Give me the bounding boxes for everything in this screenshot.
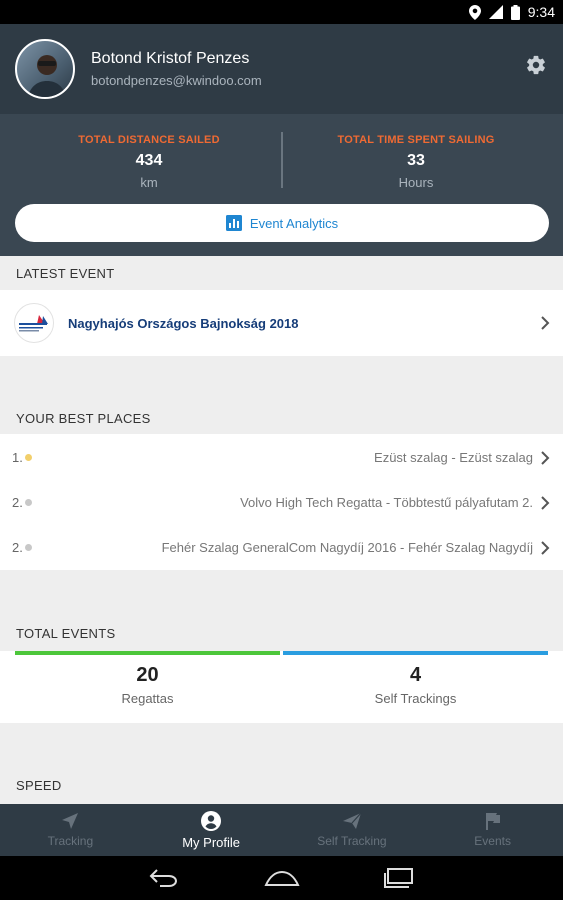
place-rank: 1. xyxy=(12,450,23,465)
distance-label: TOTAL DISTANCE SAILED xyxy=(78,134,220,146)
profile-info: Botond Kristof Penzes botondpenzes@kwind… xyxy=(91,50,262,88)
paper-plane-icon xyxy=(342,812,362,829)
latest-event-name: Nagyhajós Országos Bajnokság 2018 xyxy=(68,315,299,331)
chevron-right-icon xyxy=(541,450,550,465)
regattas-label: Regattas xyxy=(121,691,174,706)
best-places-list: 1. Ezüst szalag - Ezüst szalag 2. Volvo … xyxy=(0,434,563,570)
total-events-heading: TOTAL EVENTS xyxy=(16,626,116,641)
gear-icon xyxy=(527,55,545,75)
nav-tracking-label: Tracking xyxy=(47,834,94,848)
list-item[interactable]: 2. Fehér Szalag GeneralCom Nagydíj 2016 … xyxy=(0,525,563,570)
time-label: TOTAL TIME SPENT SAILING xyxy=(337,134,495,146)
stats-panel: TOTAL DISTANCE SAILED 434 km TOTAL TIME … xyxy=(0,114,563,256)
nav-self-tracking-label: Self Tracking xyxy=(317,834,387,848)
home-icon[interactable] xyxy=(263,868,300,888)
speed-heading: SPEED xyxy=(16,778,62,793)
status-time: 9:34 xyxy=(527,4,555,20)
nav-events-label: Events xyxy=(474,834,511,848)
best-places-heading: YOUR BEST PLACES xyxy=(16,411,151,426)
navigation-arrow-icon xyxy=(62,813,79,829)
nav-my-profile[interactable]: My Profile xyxy=(141,804,282,856)
self-trackings-label: Self Trackings xyxy=(374,691,457,706)
regattas-count: 20 xyxy=(136,664,159,686)
bar-chart-icon xyxy=(225,215,242,231)
distance-stat: TOTAL DISTANCE SAILED 434 km xyxy=(14,134,284,190)
recents-icon[interactable] xyxy=(383,867,416,889)
place-name: Ezüst szalag - Ezüst szalag xyxy=(374,450,533,465)
profile-name: Botond Kristof Penzes xyxy=(91,50,250,67)
place-rank: 2. xyxy=(12,540,23,555)
account-circle-icon xyxy=(201,810,222,831)
settings-button[interactable] xyxy=(525,54,547,76)
silver-medal-icon xyxy=(25,499,32,506)
bottom-nav: Tracking My Profile Self Tracking Events xyxy=(0,804,563,856)
nav-events[interactable]: Events xyxy=(422,804,563,856)
regattas-bar xyxy=(15,651,280,655)
nav-self-tracking[interactable]: Self Tracking xyxy=(282,804,423,856)
list-item[interactable]: 2. Volvo High Tech Regatta - Többtestű p… xyxy=(0,480,563,525)
chevron-right-icon xyxy=(541,540,550,555)
signal-icon xyxy=(488,5,503,19)
total-events-card: 20 Regattas 4 Self Trackings xyxy=(0,651,563,723)
flag-icon xyxy=(485,813,500,830)
profile-email: botondpenzes@kwindoo.com xyxy=(91,73,262,88)
nav-tracking[interactable]: Tracking xyxy=(0,804,141,856)
avatar[interactable] xyxy=(15,39,75,99)
place-name: Volvo High Tech Regatta - Többtestű pály… xyxy=(240,495,533,510)
event-logo xyxy=(14,303,54,343)
chevron-right-icon xyxy=(541,495,550,510)
gold-medal-icon xyxy=(25,454,32,461)
battery-icon xyxy=(510,4,520,20)
distance-value: 434 xyxy=(135,152,163,169)
self-trackings-stat[interactable]: 4 Self Trackings xyxy=(283,651,548,706)
place-rank: 2. xyxy=(12,495,23,510)
nav-my-profile-label: My Profile xyxy=(182,834,241,850)
self-trackings-count: 4 xyxy=(409,664,422,686)
system-nav-bar xyxy=(0,856,563,900)
silver-medal-icon xyxy=(25,544,32,551)
status-bar: 9:34 xyxy=(0,0,563,24)
self-trackings-bar xyxy=(283,651,548,655)
time-stat: TOTAL TIME SPENT SAILING 33 Hours xyxy=(281,134,551,190)
event-analytics-label: Event Analytics xyxy=(249,215,339,231)
latest-event-heading: LATEST EVENT xyxy=(16,266,115,281)
time-unit: Hours xyxy=(398,175,434,190)
back-icon[interactable] xyxy=(148,868,180,888)
place-name: Fehér Szalag GeneralCom Nagydíj 2016 - F… xyxy=(161,540,533,555)
distance-unit: km xyxy=(140,175,158,190)
location-icon xyxy=(468,4,481,20)
latest-event-row[interactable]: Nagyhajós Országos Bajnokság 2018 xyxy=(0,290,563,356)
event-analytics-button[interactable]: Event Analytics xyxy=(15,204,549,242)
chevron-right-icon xyxy=(541,316,550,330)
regattas-stat[interactable]: 20 Regattas xyxy=(15,651,280,706)
list-item[interactable]: 1. Ezüst szalag - Ezüst szalag xyxy=(0,435,563,480)
time-value: 33 xyxy=(407,152,425,169)
profile-header: Botond Kristof Penzes botondpenzes@kwind… xyxy=(0,24,563,114)
